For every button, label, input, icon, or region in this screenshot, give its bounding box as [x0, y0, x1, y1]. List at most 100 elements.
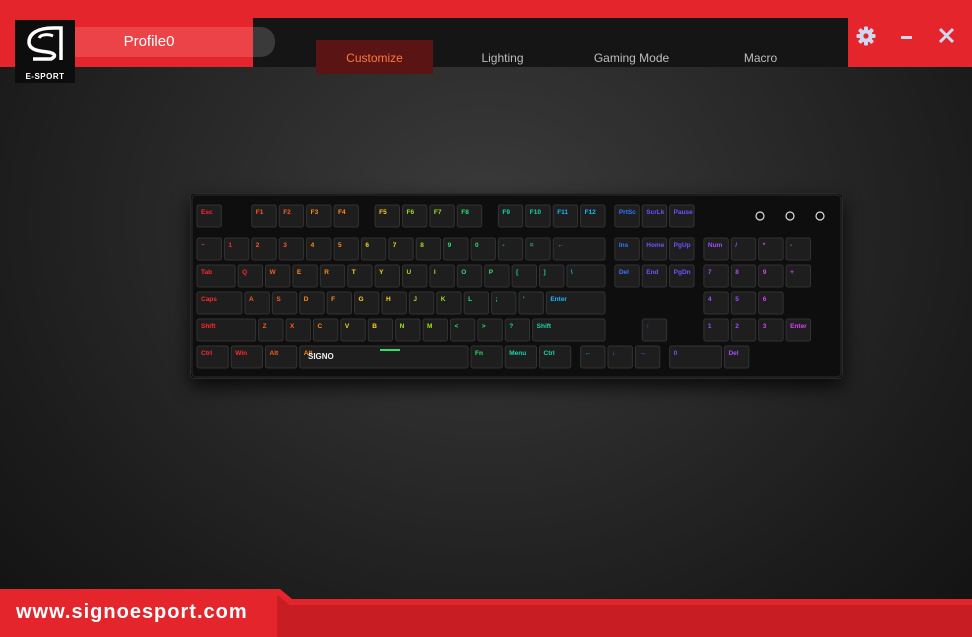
- keyboard-key[interactable]: \: [566, 264, 606, 288]
- minimize-button[interactable]: [896, 25, 918, 47]
- keyboard-key[interactable]: 0: [470, 237, 496, 261]
- keyboard-key[interactable]: 4: [703, 291, 729, 315]
- keyboard-key[interactable]: →: [634, 345, 661, 369]
- keyboard-key[interactable]: 5: [730, 291, 757, 315]
- keyboard-key[interactable]: -: [497, 237, 524, 261]
- keyboard-key[interactable]: Y: [374, 264, 401, 288]
- keyboard-key[interactable]: 5: [333, 237, 359, 261]
- keyboard-key[interactable]: H: [381, 291, 407, 315]
- keyboard-key[interactable]: G: [354, 291, 380, 315]
- keyboard-key[interactable]: 1: [223, 237, 250, 261]
- keyboard-key[interactable]: F: [326, 291, 353, 315]
- keyboard-key[interactable]: F8: [456, 204, 483, 228]
- keyboard-key[interactable]: =: [525, 237, 551, 261]
- keyboard-key[interactable]: PgUp: [669, 237, 695, 261]
- keyboard-key[interactable]: 4: [306, 237, 332, 261]
- keyboard-key[interactable]: +: [785, 264, 811, 288]
- keyboard-key[interactable]: PrtSc: [614, 204, 640, 228]
- keyboard-key[interactable]: S: [271, 291, 298, 315]
- keyboard-key[interactable]: Tab: [196, 264, 236, 288]
- keyboard-key[interactable]: ?: [504, 318, 531, 342]
- keyboard-key[interactable]: Esc: [196, 204, 222, 228]
- keyboard-key[interactable]: E: [292, 264, 318, 288]
- tab-customize[interactable]: Customize: [316, 40, 433, 74]
- keyboard-key[interactable]: 2: [730, 318, 757, 342]
- keyboard-key[interactable]: ~: [196, 237, 222, 261]
- keyboard-key[interactable]: Q: [237, 264, 263, 288]
- keyboard-key[interactable]: ↑: [641, 318, 668, 342]
- keyboard-key[interactable]: ←: [580, 345, 606, 369]
- keyboard-key[interactable]: End: [641, 264, 668, 288]
- keyboard-key[interactable]: O: [456, 264, 483, 288]
- keyboard-key[interactable]: J: [408, 291, 435, 315]
- keyboard-key[interactable]: B: [367, 318, 394, 342]
- close-button[interactable]: [936, 25, 958, 47]
- keyboard-key[interactable]: Z: [258, 318, 284, 342]
- keyboard-key[interactable]: Del: [614, 264, 640, 288]
- keyboard-key[interactable]: Ctrl: [196, 345, 229, 369]
- keyboard-key[interactable]: F10: [525, 204, 551, 228]
- keyboard-key[interactable]: 9: [758, 264, 784, 288]
- keyboard-key[interactable]: Del: [723, 345, 750, 369]
- keyboard-key[interactable]: A: [244, 291, 270, 315]
- keyboard-key[interactable]: /: [730, 237, 757, 261]
- keyboard-key[interactable]: ]: [539, 264, 565, 288]
- keyboard-key[interactable]: 8: [730, 264, 757, 288]
- keyboard-key[interactable]: K: [436, 291, 462, 315]
- keyboard-key[interactable]: Ctrl: [539, 345, 572, 369]
- keyboard-key[interactable]: ;: [491, 291, 517, 315]
- profile-selector[interactable]: Profile0: [75, 27, 275, 57]
- keyboard-key[interactable]: 7: [388, 237, 414, 261]
- keyboard-key[interactable]: *: [758, 237, 784, 261]
- keyboard-key[interactable]: <: [449, 318, 476, 342]
- keyboard-key[interactable]: F7: [429, 204, 455, 228]
- keyboard-key[interactable]: F1: [251, 204, 277, 228]
- keyboard-key[interactable]: Ins: [614, 237, 640, 261]
- keyboard-key[interactable]: T: [347, 264, 373, 288]
- keyboard-key[interactable]: PgDn: [669, 264, 695, 288]
- website-link[interactable]: www.signoesport.com: [16, 601, 248, 624]
- keyboard-key[interactable]: Caps: [196, 291, 243, 315]
- settings-button[interactable]: [855, 25, 877, 47]
- keyboard-key[interactable]: U: [402, 264, 428, 288]
- keyboard-key[interactable]: F4: [333, 204, 359, 228]
- keyboard-key[interactable]: 7: [703, 264, 729, 288]
- keyboard-key[interactable]: F11: [552, 204, 579, 228]
- tab-gaming-mode[interactable]: Gaming Mode: [573, 40, 690, 74]
- keyboard-key[interactable]: ': [518, 291, 544, 315]
- keyboard-key[interactable]: ←: [552, 237, 606, 261]
- keyboard-key[interactable]: Home: [641, 237, 668, 261]
- keyboard-key[interactable]: X: [285, 318, 311, 342]
- keyboard-key[interactable]: Menu: [504, 345, 537, 369]
- keyboard-key[interactable]: Shift: [532, 318, 606, 342]
- keyboard-key[interactable]: P: [484, 264, 510, 288]
- keyboard-key[interactable]: F3: [306, 204, 332, 228]
- keyboard-key[interactable]: Enter: [785, 318, 811, 342]
- keyboard-key[interactable]: N: [395, 318, 421, 342]
- keyboard-key[interactable]: -: [785, 237, 811, 261]
- keyboard-key[interactable]: F6: [402, 204, 428, 228]
- keyboard-key[interactable]: Pause: [669, 204, 695, 228]
- keyboard-key[interactable]: W: [265, 264, 291, 288]
- keyboard-key[interactable]: F2: [278, 204, 305, 228]
- tab-macro[interactable]: Macro: [702, 40, 819, 74]
- keyboard-key[interactable]: F12: [580, 204, 606, 228]
- keyboard-key[interactable]: F5: [374, 204, 401, 228]
- keyboard-key[interactable]: 8: [415, 237, 442, 261]
- keyboard-key[interactable]: 9: [443, 237, 469, 261]
- keyboard-key[interactable]: Num: [703, 237, 729, 261]
- keyboard-key[interactable]: D: [299, 291, 325, 315]
- keyboard-key[interactable]: Enter: [545, 291, 606, 315]
- keyboard-key[interactable]: Alt: [265, 345, 298, 369]
- keyboard-key[interactable]: 6: [360, 237, 387, 261]
- keyboard-key[interactable]: ↓: [607, 345, 633, 369]
- keyboard-key[interactable]: [: [511, 264, 538, 288]
- keyboard-key[interactable]: 6: [758, 291, 784, 315]
- keyboard-key[interactable]: I: [429, 264, 455, 288]
- keyboard-key[interactable]: L: [463, 291, 490, 315]
- keyboard-key[interactable]: M: [422, 318, 448, 342]
- keyboard-key[interactable]: Win: [230, 345, 263, 369]
- keyboard-key[interactable]: C: [312, 318, 339, 342]
- keyboard-key[interactable]: 0: [669, 345, 722, 369]
- keyboard-key[interactable]: >: [477, 318, 503, 342]
